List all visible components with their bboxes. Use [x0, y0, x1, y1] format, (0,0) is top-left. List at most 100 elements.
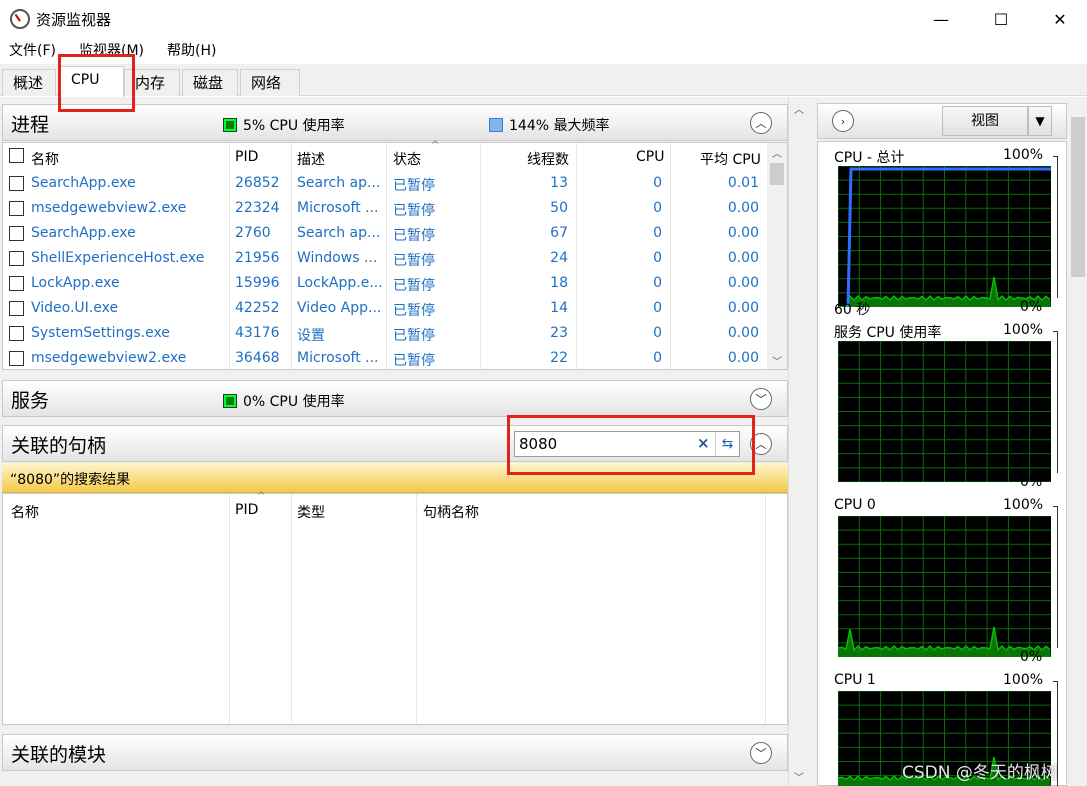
process-threads: 13 [550, 175, 568, 191]
services-header[interactable]: 服务 0% CPU 使用率 ﹀ [2, 380, 788, 417]
process-description: LockApp.e... [297, 275, 383, 291]
menu-file[interactable]: 文件(F) [0, 38, 65, 62]
scroll-up-icon[interactable]: ︿ [789, 101, 809, 116]
column-separator [229, 494, 230, 724]
close-button[interactable]: ✕ [1037, 0, 1083, 38]
col-handle-value[interactable]: 句柄名称 [423, 502, 479, 522]
left-pane: 进程 5% CPU 使用率 144% 最大频率 ︿ 名称 PID 描述 状态 ^… [0, 97, 811, 786]
col-handle-name[interactable]: 名称 [11, 502, 39, 522]
modules-header[interactable]: 关联的模块 ﹀ [2, 734, 788, 771]
menu-monitor[interactable]: 监视器(M) [65, 38, 153, 62]
col-avg-cpu[interactable]: 平均 CPU [700, 149, 761, 169]
handles-title: 关联的句柄 [11, 435, 107, 457]
process-pid: 43176 [235, 325, 280, 341]
col-description[interactable]: 描述 [297, 149, 325, 169]
col-cpu[interactable]: CPU [636, 149, 664, 165]
minimize-button[interactable]: — [918, 0, 964, 38]
processes-max-frequency-text: 144% 最大频率 [509, 118, 610, 134]
scroll-down-icon[interactable]: ﹀ [789, 769, 809, 784]
table-row[interactable]: LockApp.exe 15996 LockApp.e... 已暂停 18 0 0.00 [3, 271, 763, 296]
modules-title: 关联的模块 [11, 744, 107, 766]
processes-scrollbar[interactable]: ︿ ﹀ [767, 143, 787, 369]
right-pane-scrollbar[interactable] [1069, 97, 1087, 786]
process-avg-cpu: 0.00 [727, 250, 759, 266]
process-avg-cpu: 0.00 [727, 300, 759, 316]
tab-disk[interactable]: 磁盘 [182, 69, 238, 96]
row-checkbox[interactable] [9, 276, 24, 291]
tab-bar: 概述 CPU 内存 磁盘 网络 [0, 64, 1087, 97]
graph-services-plot [837, 340, 1051, 483]
left-pane-scrollbar[interactable]: ︿ ﹀ [788, 97, 810, 786]
maximize-button[interactable]: ☐ [978, 0, 1024, 38]
clear-search-icon[interactable]: × [697, 434, 710, 452]
scroll-up-icon[interactable]: ︿ [767, 145, 787, 160]
row-checkbox[interactable] [9, 251, 24, 266]
expand-modules-button[interactable]: ﹀ [750, 742, 772, 764]
collapse-handles-button[interactable]: ︿ [750, 433, 772, 455]
menu-help[interactable]: 帮助(H) [153, 38, 225, 62]
search-results-label: “8080”的搜索结果 [10, 472, 131, 488]
process-avg-cpu: 0.00 [727, 325, 759, 341]
expand-services-button[interactable]: ﹀ [750, 388, 772, 410]
row-checkbox[interactable] [9, 201, 24, 216]
graph-services-cpu [837, 340, 1051, 483]
table-row[interactable]: msedgewebview2.exe 22324 Microsoft ... 已暂停 5… [3, 196, 763, 221]
process-name: msedgewebview2.exe [31, 200, 187, 216]
tab-cpu[interactable]: CPU [60, 66, 124, 97]
search-refresh-icon[interactable]: ⇆ [715, 432, 739, 456]
toggle-graphs-button[interactable]: › [832, 110, 854, 132]
graph-axis [1053, 331, 1058, 473]
tab-overview[interactable]: 概述 [2, 69, 56, 96]
process-cpu: 0 [653, 325, 662, 341]
collapse-processes-button[interactable]: ︿ [750, 112, 772, 134]
graph-axis [1053, 506, 1058, 648]
view-button[interactable]: 视图 [942, 106, 1028, 136]
row-checkbox[interactable] [9, 301, 24, 316]
tab-memory[interactable]: 内存 [124, 69, 180, 96]
graph-cpu-total-max: 100% [1003, 147, 1044, 163]
process-pid: 15996 [235, 275, 280, 291]
table-row[interactable]: SearchApp.exe 26852 Search ap... 已暂停 13 0 0.01 [3, 171, 763, 196]
row-checkbox[interactable] [9, 226, 24, 241]
process-description: Microsoft ... [297, 200, 379, 216]
graph-axis [1053, 156, 1058, 298]
select-all-checkbox[interactable] [9, 148, 24, 163]
processes-cpu-usage: 5% CPU 使用率 [223, 115, 345, 135]
row-checkbox[interactable] [9, 326, 24, 341]
view-dropdown-icon[interactable]: ▼ [1028, 106, 1052, 136]
col-status[interactable]: 状态 [393, 149, 421, 169]
process-name: msedgewebview2.exe [31, 350, 187, 366]
process-threads: 50 [550, 200, 568, 216]
scroll-down-icon[interactable]: ﹀ [767, 353, 787, 368]
window-title: 资源监视器 [36, 11, 112, 29]
row-checkbox[interactable] [9, 176, 24, 191]
process-pid: 36468 [235, 350, 280, 366]
row-checkbox[interactable] [9, 351, 24, 366]
process-status: 已暂停 [393, 178, 435, 194]
right-scroll-thumb[interactable] [1071, 117, 1085, 277]
process-cpu: 0 [653, 225, 662, 241]
col-handle-pid[interactable]: PID [235, 502, 258, 518]
process-cpu: 0 [653, 250, 662, 266]
table-row[interactable]: SearchApp.exe 2760 Search ap... 已暂停 67 0 0.00 [3, 221, 763, 246]
col-handle-type[interactable]: 类型 [297, 502, 325, 522]
table-row[interactable]: ShellExperienceHost.exe 21956 Windows ... 已… [3, 246, 763, 271]
handles-search-value: 8080 [519, 435, 558, 453]
processes-header[interactable]: 进程 5% CPU 使用率 144% 最大频率 ︿ [2, 104, 788, 141]
tab-network[interactable]: 网络 [240, 69, 300, 96]
process-status: 已暂停 [393, 253, 435, 269]
graphs-panel: CPU - 总计 100% 60 秒 0% 服务 CPU 使用率 100% 0%… [817, 141, 1067, 786]
processes-scroll-thumb[interactable] [770, 163, 784, 185]
process-status: 已暂停 [393, 303, 435, 319]
processes-cpu-usage-text: 5% CPU 使用率 [243, 118, 345, 134]
col-pid[interactable]: PID [235, 149, 258, 165]
table-row[interactable]: SystemSettings.exe 43176 设置 已暂停 23 0 0.00 [3, 321, 763, 346]
process-description: Microsoft ... [297, 350, 379, 366]
graph-cpu-total-min: 0% [1020, 299, 1043, 315]
col-name[interactable]: 名称 [31, 149, 59, 169]
col-threads[interactable]: 线程数 [527, 149, 569, 169]
table-row[interactable]: msedgewebview2.exe 36468 Microsoft ... 已暂停 2… [3, 346, 763, 371]
handles-search-input[interactable]: 8080 × ⇆ [514, 431, 740, 457]
handles-header[interactable]: 关联的句柄 8080 × ⇆ ︿ [2, 425, 788, 462]
table-row[interactable]: Video.UI.exe 42252 Video App... 已暂停 14 0 0.00 [3, 296, 763, 321]
